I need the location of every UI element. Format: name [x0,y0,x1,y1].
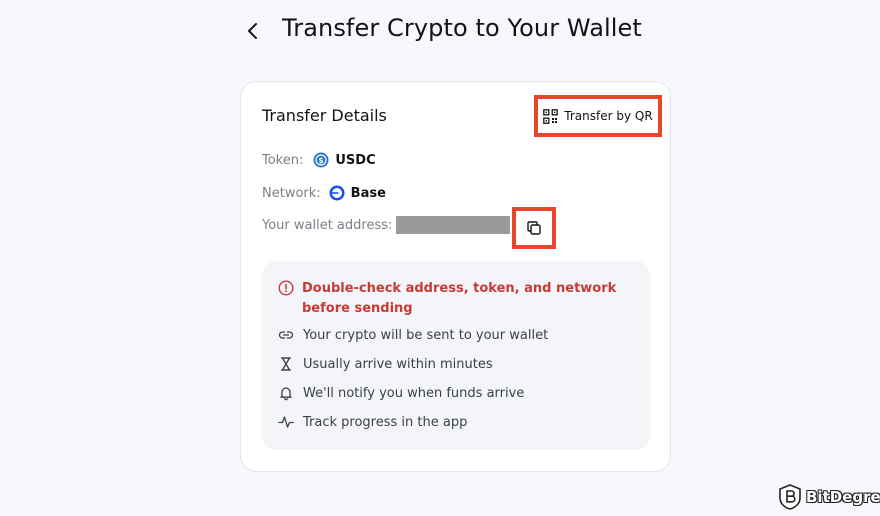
warning-text: Double-check address, token, and network… [302,281,617,316]
transfer-by-qr-button[interactable]: Transfer by QR [534,95,662,137]
link-icon [278,327,294,343]
info-item: We'll notify you when funds arrive [278,385,524,401]
transfer-page: Transfer Crypto to Your Wallet Transfer … [0,0,880,516]
back-button[interactable] [238,16,268,46]
info-item-text: Track progress in the app [303,414,468,430]
info-item-text: Usually arrive within minutes [303,356,493,372]
usdc-icon: $ [313,152,329,168]
card-title: Transfer Details [262,106,387,125]
network-label: Network: [262,185,321,201]
wallet-address-row: Your wallet address: [262,218,392,233]
info-item: Track progress in the app [278,414,467,430]
svg-text:$: $ [319,156,324,165]
activity-icon [278,414,294,430]
network-value: Base [350,185,386,201]
chevron-left-icon [248,23,257,39]
alert-circle-icon [278,280,294,300]
token-label: Token: [262,152,304,168]
copy-icon [527,221,541,235]
token-row: Token: $ USDC [262,152,376,168]
network-row: Network: Base [262,185,386,201]
info-item-text: Your crypto will be sent to your wallet [303,327,549,343]
transfer-by-qr-label: Transfer by QR [564,109,653,123]
wallet-address-redacted [396,216,510,234]
page-title: Transfer Crypto to Your Wallet [282,14,642,42]
base-network-icon [329,185,345,201]
wallet-address-label: Your wallet address: [262,218,393,233]
bitdegree-watermark: BitDegree [779,483,880,511]
bell-icon [278,385,294,401]
watermark-text: BitDegree [806,488,880,506]
info-item: Usually arrive within minutes [278,356,493,372]
info-item: Your crypto will be sent to your wallet [278,327,548,343]
info-item-text: We'll notify you when funds arrive [303,385,525,401]
copy-address-button[interactable] [512,207,556,249]
transfer-details-card: Transfer Details Transfer by QR Token: $… [240,81,671,472]
warning-message: Double-check address, token, and network… [278,279,618,319]
qr-code-icon [543,108,559,124]
token-value: USDC [335,152,376,168]
page-header: Transfer Crypto to Your Wallet [0,0,880,64]
bitdegree-logo-icon [779,484,801,510]
hourglass-icon [278,356,294,372]
info-box: Double-check address, token, and network… [262,261,650,450]
